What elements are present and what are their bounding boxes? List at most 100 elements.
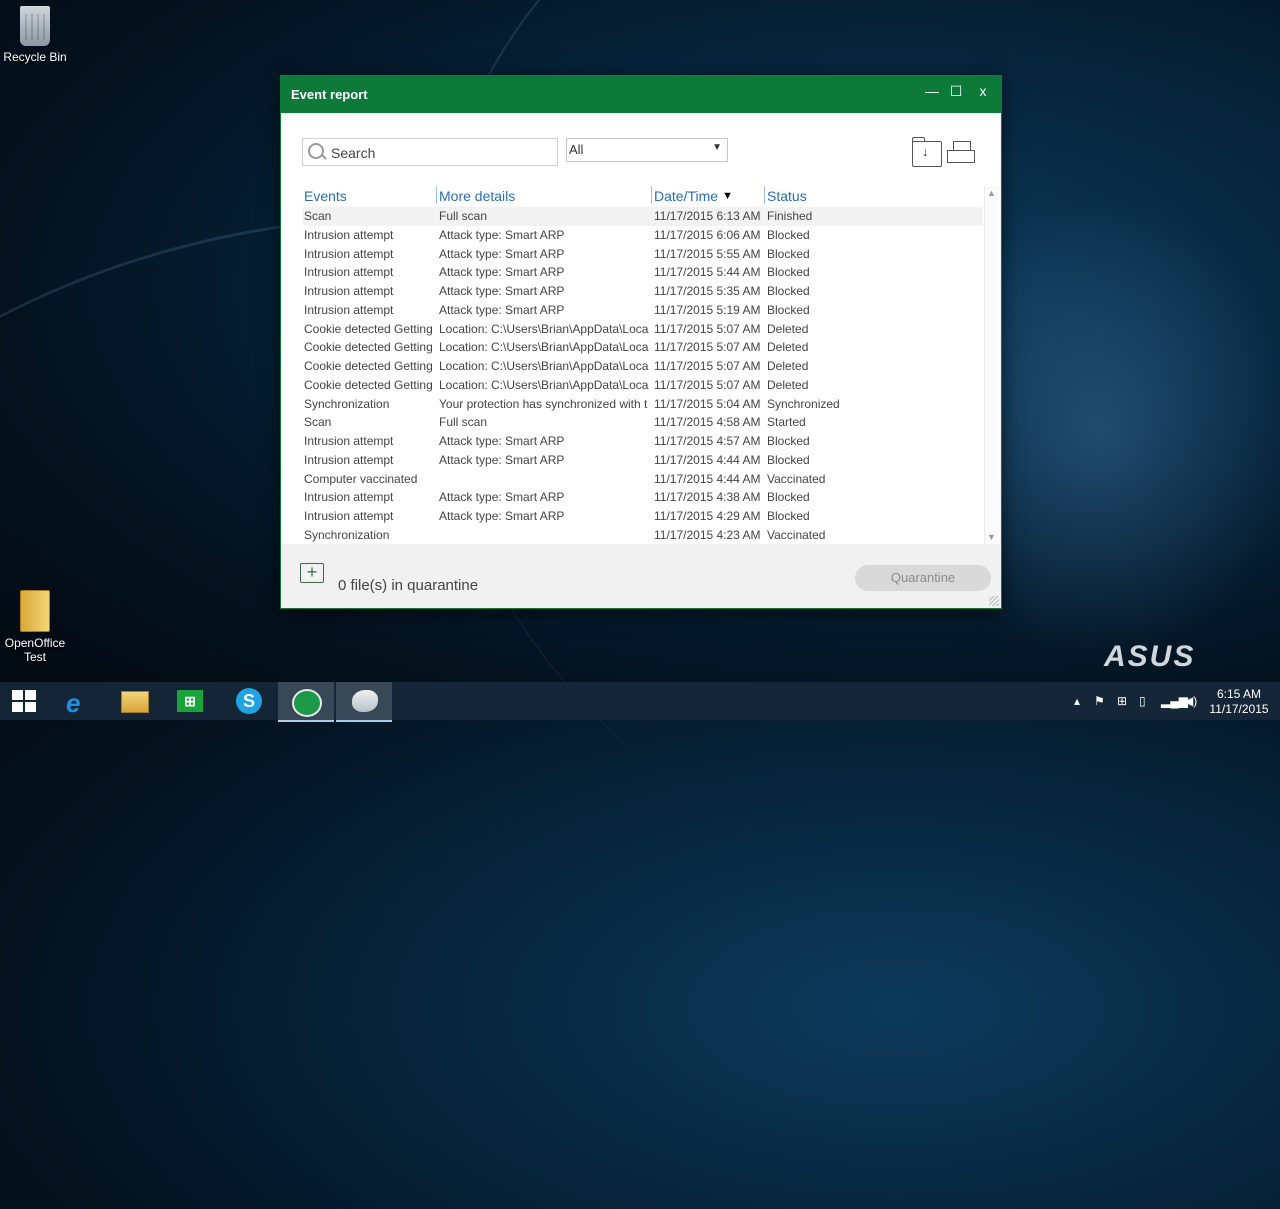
search-box[interactable]	[302, 138, 558, 166]
recycle-bin-icon	[20, 6, 50, 46]
cell-datetime: 11/17/2015 6:06 AM	[654, 227, 761, 242]
column-header-status[interactable]: Status	[767, 188, 807, 204]
windows-tray-icon[interactable]: ⊞	[1117, 694, 1127, 708]
cell-status: Vaccinated	[767, 471, 826, 486]
cell-details: Attack type: Smart ARP	[439, 284, 565, 298]
maximize-button[interactable]: ☐	[946, 83, 966, 103]
table-row[interactable]: Scan Full scan 11/17/2015 6:13 AM Finished	[303, 207, 983, 226]
minimize-button[interactable]: —	[922, 83, 942, 103]
cell-details: Attack type: Smart ARP	[439, 302, 565, 317]
cell-event: Cookie detected Getting	[304, 377, 433, 392]
filter-dropdown[interactable]: All ▼	[566, 138, 728, 162]
table-row[interactable]: Intrusion attempt Attack type: Smart ARP 1…	[303, 488, 983, 507]
cell-details: Location: C:\Users\Brian\AppData\Loca	[439, 359, 649, 373]
cell-event: Intrusion attempt	[304, 509, 394, 523]
cell-details: Attack type: Smart ARP	[439, 434, 565, 448]
column-divider[interactable]	[764, 186, 765, 204]
content-area: All ▼ ↓ Events More details Date/Time▼ S…	[282, 114, 1000, 544]
search-input[interactable]	[329, 142, 553, 164]
table-row[interactable]: Intrusion attempt Attack type: Smart ARP 1…	[303, 245, 983, 264]
column-header-details[interactable]: More details	[439, 188, 515, 204]
cell-event: Intrusion attempt	[304, 452, 394, 467]
cell-status: Started	[767, 415, 806, 430]
footer-bar: + 0 file(s) in quarantine Quarantine	[281, 544, 1001, 608]
table-row[interactable]: Intrusion attempt Attack type: Smart ARP 1…	[303, 507, 983, 526]
add-to-quarantine-button[interactable]: +	[300, 563, 324, 583]
asus-logo: ASUS	[1104, 640, 1196, 673]
cell-datetime: 11/17/2015 5:07 AM	[654, 321, 761, 336]
cell-datetime: 11/17/2015 4:58 AM	[654, 415, 761, 430]
cell-details: Attack type: Smart ARP	[439, 227, 565, 242]
cell-status: Deleted	[767, 359, 809, 373]
cell-status: Deleted	[767, 340, 809, 355]
cell-event: Synchronization	[304, 396, 390, 411]
table-row[interactable]: Cookie detected Getting Location: C:\User…	[303, 357, 983, 376]
internet-explorer-icon: e	[66, 688, 81, 718]
action-center-flag-icon[interactable]: ⚑	[1094, 694, 1105, 708]
cell-status: Finished	[767, 209, 813, 223]
table-row[interactable]: Synchronization Your protection has synch…	[303, 395, 983, 414]
taskbar-file-explorer[interactable]	[104, 682, 160, 720]
cell-event: Intrusion attempt	[304, 490, 394, 505]
column-header-events[interactable]: Events	[304, 188, 347, 204]
table-row[interactable]: Cookie detected Getting Location: C:\User…	[303, 338, 983, 357]
cell-status: Blocked	[767, 246, 810, 261]
table-row[interactable]: Cookie detected Getting Location: C:\User…	[303, 376, 983, 395]
taskbar-paint[interactable]	[336, 682, 392, 722]
cell-event: Synchronization	[304, 527, 390, 542]
taskbar: e ⊞ S ▴ ⚑ ⊞ ▯ ▂▄▆ ◀) 6:15 AM 11/17/2015	[0, 682, 1280, 722]
taskbar-clock[interactable]: 6:15 AM 11/17/2015	[1206, 687, 1272, 717]
printer-icon[interactable]	[947, 141, 975, 165]
cell-status: Blocked	[767, 302, 810, 317]
table-row[interactable]: Intrusion attempt Attack type: Smart ARP 1…	[303, 451, 983, 470]
cell-event: Cookie detected Getting	[304, 321, 433, 336]
cell-details: Location: C:\Users\Brian\AppData\Loca	[439, 321, 649, 336]
column-header-datetime[interactable]: Date/Time ▼	[654, 188, 733, 204]
column-divider[interactable]	[436, 186, 437, 204]
quarantine-count: 0 file(s) in quarantine	[338, 577, 479, 594]
export-folder-icon[interactable]: ↓	[912, 137, 942, 167]
scroll-down-icon[interactable]: ▼	[987, 532, 996, 542]
search-icon	[308, 143, 324, 159]
cell-event: Intrusion attempt	[304, 434, 394, 448]
table-row[interactable]: Synchronization 11/17/2015 4:23 AM Vaccina…	[303, 526, 983, 544]
scroll-up-icon[interactable]: ▲	[987, 188, 996, 198]
column-divider[interactable]	[651, 186, 652, 204]
volume-icon[interactable]: ◀)	[1184, 694, 1197, 708]
desktop-icon-recycle-bin[interactable]: Recycle Bin	[0, 6, 70, 64]
windows-logo-icon	[12, 690, 36, 712]
resize-grip[interactable]	[989, 596, 999, 606]
close-button[interactable]: x	[973, 83, 993, 103]
table-row[interactable]: Scan Full scan 11/17/2015 4:58 AM Started	[303, 413, 983, 432]
table-row[interactable]: Intrusion attempt Attack type: Smart ARP 1…	[303, 226, 983, 245]
table-row[interactable]: Intrusion attempt Attack type: Smart ARP 1…	[303, 263, 983, 282]
table-row[interactable]: Intrusion attempt Attack type: Smart ARP 1…	[303, 282, 983, 301]
taskbar-store[interactable]: ⊞	[162, 682, 218, 720]
cell-datetime: 11/17/2015 6:13 AM	[654, 209, 761, 223]
show-hidden-icons-icon[interactable]: ▴	[1074, 694, 1080, 708]
cell-datetime: 11/17/2015 4:23 AM	[654, 527, 761, 542]
desktop-icon-label: OpenOffice Test	[4, 636, 66, 664]
taskbar-internet-explorer[interactable]: e	[48, 682, 104, 720]
cell-datetime: 11/17/2015 4:29 AM	[654, 509, 761, 523]
skype-icon: S	[236, 688, 262, 714]
battery-icon[interactable]: ▯	[1139, 694, 1146, 708]
event-report-window: Event report — ☐ x All ▼ ↓ Events More d…	[280, 75, 1002, 609]
table-header: Events More details Date/Time ▼ Status	[303, 186, 983, 206]
taskbar-eset[interactable]	[278, 682, 334, 722]
vertical-scrollbar[interactable]: ▲ ▼	[984, 186, 999, 544]
cell-status: Blocked	[767, 509, 810, 523]
table-row[interactable]: Intrusion attempt Attack type: Smart ARP 1…	[303, 432, 983, 451]
paint-icon	[352, 690, 378, 712]
taskbar-skype[interactable]: S	[220, 682, 276, 720]
table-row[interactable]: Cookie detected Getting Location: C:\User…	[303, 320, 983, 339]
quarantine-button[interactable]: Quarantine	[855, 565, 991, 591]
cell-details: Attack type: Smart ARP	[439, 246, 565, 261]
cell-event: Cookie detected Getting	[304, 340, 433, 355]
table-row[interactable]: Computer vaccinated 11/17/2015 4:44 AM Vac…	[303, 470, 983, 489]
desktop-icon-openoffice-test[interactable]: OpenOffice Test	[0, 590, 70, 664]
cell-datetime: 11/17/2015 5:55 AM	[654, 246, 761, 261]
cell-event: Intrusion attempt	[304, 284, 394, 298]
desktop-icon-label: Recycle Bin	[3, 50, 67, 64]
table-row[interactable]: Intrusion attempt Attack type: Smart ARP 1…	[303, 301, 983, 320]
